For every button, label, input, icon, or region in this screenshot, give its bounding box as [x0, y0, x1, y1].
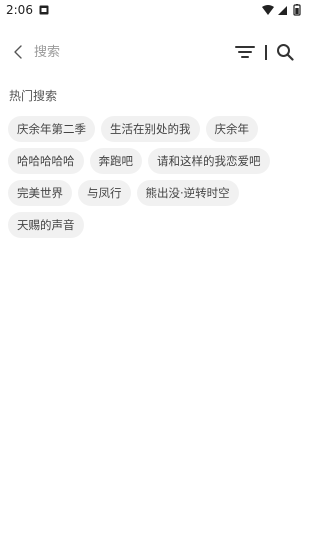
hot-search-title: 热门搜索 — [9, 89, 58, 103]
hot-search-tag[interactable]: 庆余年 — [205, 116, 258, 142]
back-button[interactable] — [8, 42, 28, 62]
hot-search-tag[interactable]: 完美世界 — [8, 180, 72, 206]
search-button[interactable] — [274, 42, 296, 62]
hot-search-tag[interactable]: 天赐的声音 — [8, 212, 84, 238]
search-bar — [0, 36, 309, 68]
hot-search-tag[interactable]: 生活在别处的我 — [101, 116, 200, 142]
chevron-left-icon — [14, 45, 22, 59]
status-icons — [262, 4, 301, 16]
hot-search-tag[interactable]: 庆余年第二季 — [8, 116, 95, 142]
hot-search-tag[interactable]: 熊出没·逆转时空 — [136, 180, 239, 206]
hot-search-tag[interactable]: 哈哈哈哈哈 — [8, 148, 84, 174]
toolbar-divider — [265, 45, 267, 60]
wifi-icon — [262, 5, 274, 15]
hot-search-tag[interactable]: 与凤行 — [78, 180, 131, 206]
filter-button[interactable] — [234, 42, 256, 62]
status-time: 2:06 — [6, 3, 33, 17]
signal-icon — [278, 6, 287, 15]
hot-search-tags: 庆余年第二季 生活在别处的我 庆余年 哈哈哈哈哈 奔跑吧 请和这样的我恋爱吧 完… — [8, 116, 304, 238]
hot-search-tag[interactable]: 奔跑吧 — [89, 148, 142, 174]
status-bar: 2:06 — [0, 0, 309, 22]
filter-icon — [235, 46, 255, 58]
battery-icon — [293, 4, 301, 16]
notification-icon — [39, 5, 49, 15]
hot-search-tag[interactable]: 请和这样的我恋爱吧 — [148, 148, 270, 174]
search-input[interactable] — [34, 41, 224, 63]
search-icon — [277, 44, 294, 61]
